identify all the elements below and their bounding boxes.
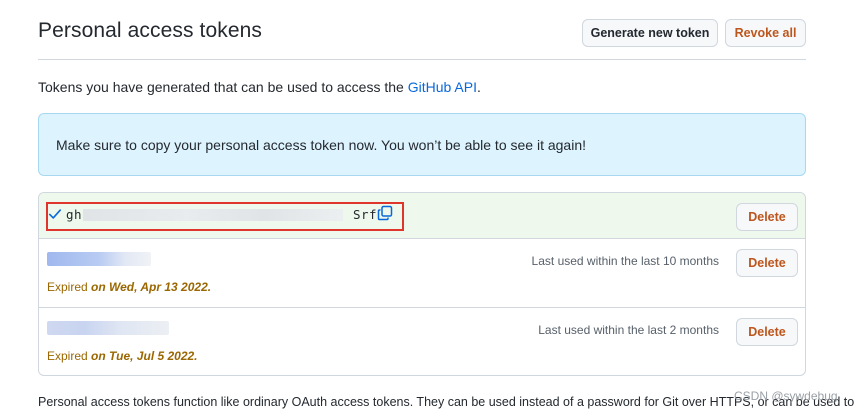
redacted-token-name[interactable] bbox=[47, 252, 151, 266]
last-used-text: Last used within the last 2 months bbox=[538, 323, 719, 337]
intro-prefix: Tokens you have generated that can be us… bbox=[38, 79, 408, 95]
expiration-text: Expired on Tue, Jul 5 2022. bbox=[47, 349, 198, 363]
copy-token-notice: Make sure to copy your personal access t… bbox=[38, 113, 806, 176]
delete-token-button[interactable]: Delete bbox=[736, 249, 798, 277]
redacted-token-name[interactable] bbox=[47, 321, 169, 335]
watermark-text: CSDN @sywdebug bbox=[734, 389, 838, 403]
expired-label: Expired bbox=[47, 280, 88, 294]
revoke-all-button[interactable]: Revoke all bbox=[725, 19, 806, 47]
token-row: Last used within the last 10 months Expi… bbox=[39, 239, 805, 308]
footer-description: Personal access tokens function like ord… bbox=[38, 395, 855, 409]
expired-date: on Wed, Apr 13 2022. bbox=[91, 280, 212, 294]
github-api-link[interactable]: GitHub API bbox=[408, 79, 477, 95]
last-used-text: Last used within the last 10 months bbox=[531, 254, 719, 268]
new-token-row: gh Srf Delete bbox=[39, 193, 805, 239]
expiration-text: Expired on Wed, Apr 13 2022. bbox=[47, 280, 211, 294]
token-list: gh Srf Delete Last used within the last … bbox=[38, 192, 806, 376]
generate-new-token-button[interactable]: Generate new token bbox=[582, 19, 718, 47]
delete-token-button[interactable]: Delete bbox=[736, 318, 798, 346]
delete-token-button[interactable]: Delete bbox=[736, 203, 798, 231]
expired-date: on Tue, Jul 5 2022. bbox=[91, 349, 198, 363]
intro-suffix: . bbox=[476, 79, 481, 95]
intro-text: Tokens you have generated that can be us… bbox=[38, 79, 481, 95]
annotation-highlight-box bbox=[46, 202, 404, 231]
page-header: Personal access tokens Generate new toke… bbox=[38, 0, 806, 60]
expired-label: Expired bbox=[47, 349, 88, 363]
copy-token-notice-text: Make sure to copy your personal access t… bbox=[56, 137, 586, 153]
page-title: Personal access tokens bbox=[38, 19, 262, 42]
token-row: Last used within the last 2 months Expir… bbox=[39, 308, 805, 375]
